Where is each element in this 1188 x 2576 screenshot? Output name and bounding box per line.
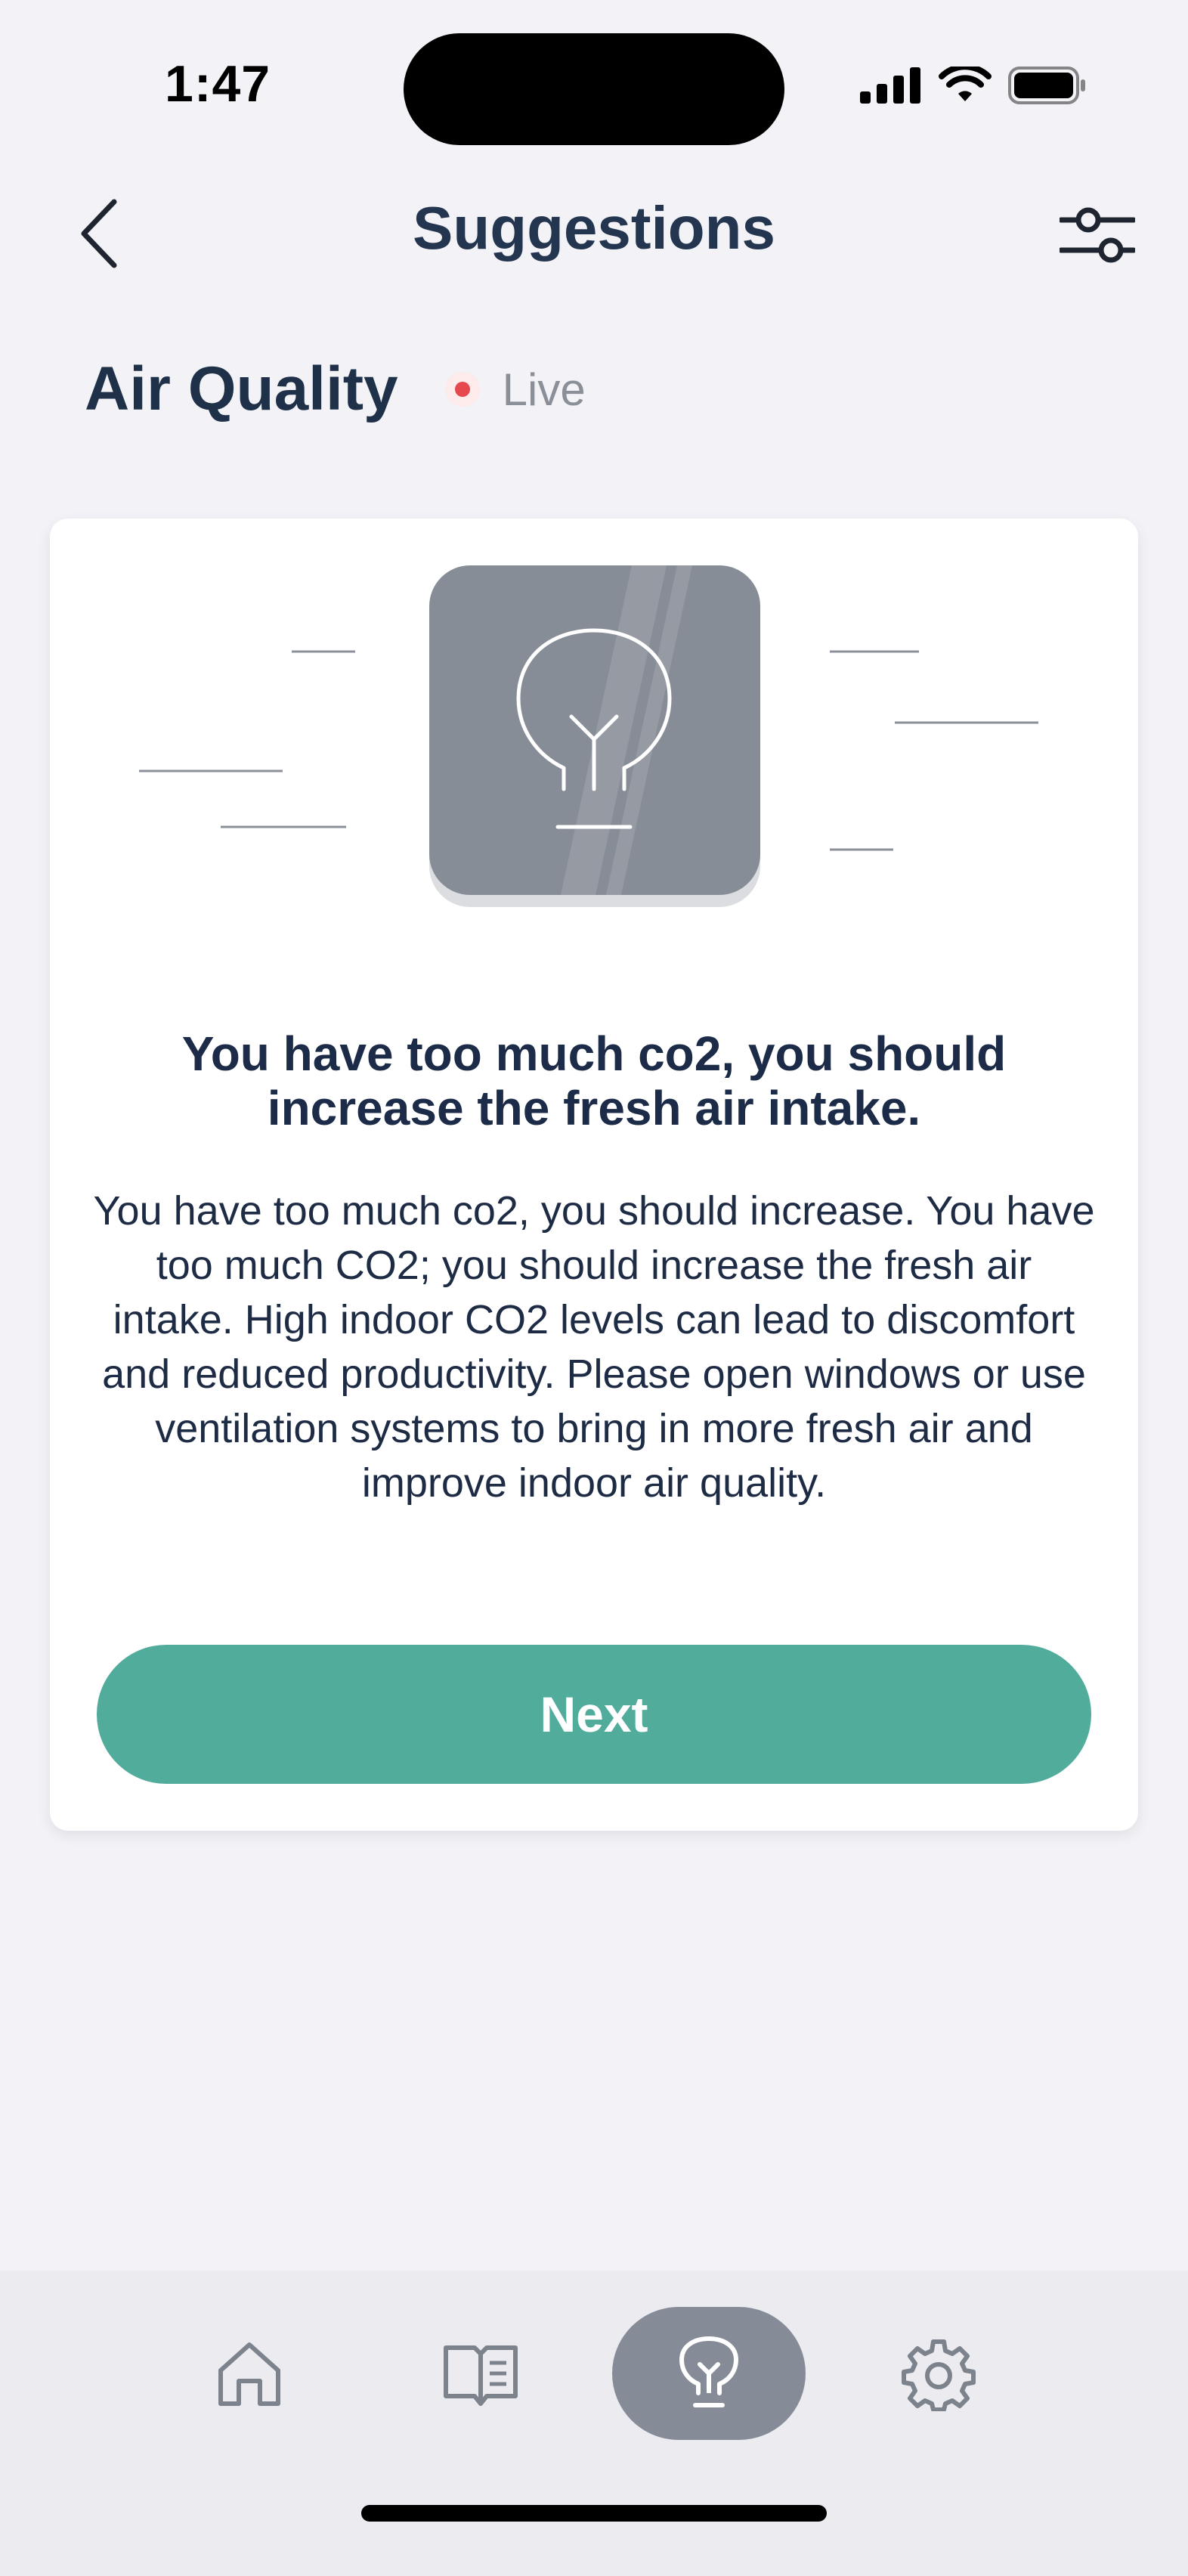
lightbulb-icon bbox=[679, 2336, 738, 2407]
wifi-icon bbox=[939, 67, 992, 101]
nav-item-guide[interactable] bbox=[428, 2307, 534, 2440]
battery-icon bbox=[1008, 67, 1085, 104]
section-header: Air Quality Live bbox=[85, 354, 586, 425]
suggestion-heading: You have too much co2, you should increa… bbox=[181, 1026, 1007, 1135]
book-icon bbox=[444, 2345, 518, 2406]
status-time: 1:47 bbox=[165, 55, 271, 113]
next-button[interactable]: Next bbox=[97, 1645, 1091, 1784]
bottom-nav bbox=[0, 2271, 1188, 2576]
home-indicator bbox=[361, 2505, 827, 2522]
sliders-icon bbox=[1060, 207, 1135, 263]
suggestion-body: You have too much co2, you should increa… bbox=[93, 1188, 1095, 1506]
gear-icon bbox=[902, 2339, 976, 2411]
status-bar: 1:47 bbox=[0, 0, 1188, 151]
nav-item-settings[interactable] bbox=[886, 2307, 992, 2440]
section-title: Air Quality bbox=[85, 355, 398, 423]
live-indicator-dot bbox=[444, 372, 480, 407]
page-title: Suggestions bbox=[412, 194, 776, 262]
filter-button[interactable] bbox=[1052, 194, 1143, 277]
header: Suggestions bbox=[0, 174, 1188, 287]
suggestion-card: You have too much co2, you should increa… bbox=[50, 519, 1138, 1831]
live-label: Live bbox=[502, 364, 586, 415]
status-icons bbox=[860, 67, 1087, 104]
cellular-signal-icon bbox=[860, 67, 920, 104]
home-icon bbox=[218, 2342, 280, 2406]
nav-item-home[interactable] bbox=[196, 2307, 302, 2440]
nav-item-suggestions[interactable] bbox=[612, 2307, 806, 2440]
suggestion-illustration bbox=[139, 565, 1038, 907]
dynamic-island bbox=[404, 33, 784, 145]
